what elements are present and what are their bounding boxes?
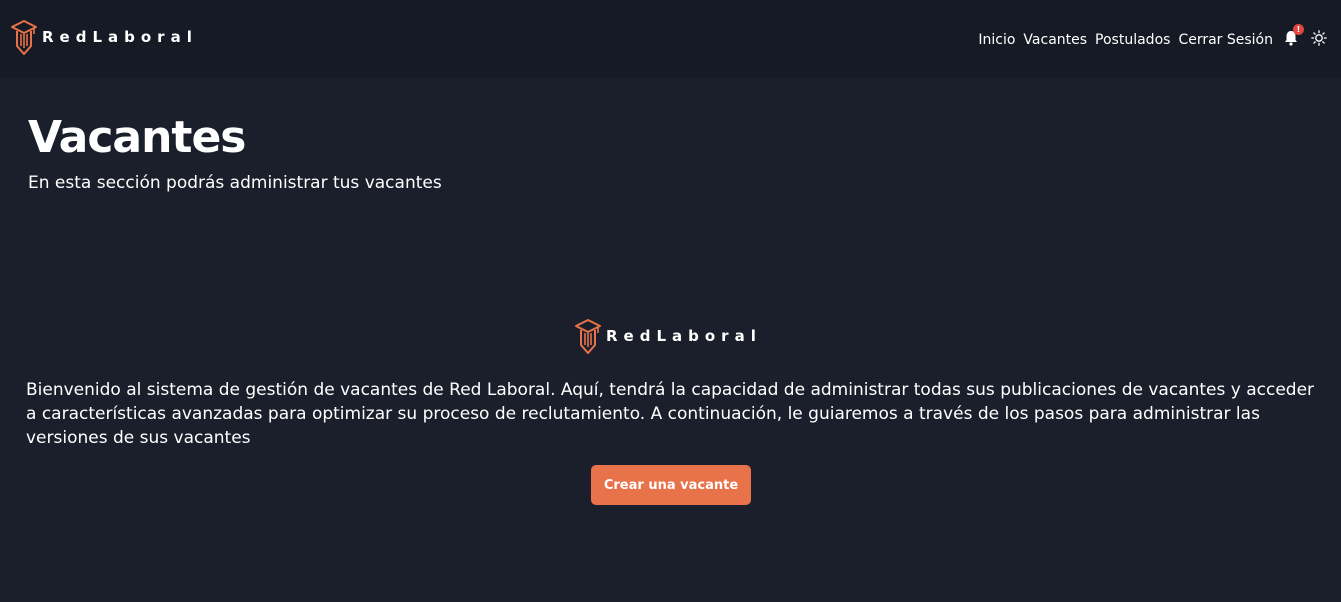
notification-badge: ! bbox=[1293, 24, 1304, 35]
center-logo: RedLaboral bbox=[574, 318, 762, 358]
create-vacancy-button[interactable]: Crear una vacante bbox=[591, 465, 751, 505]
nav-link-cerrar-sesion[interactable]: Cerrar Sesión bbox=[1178, 32, 1273, 48]
nav-link-inicio[interactable]: Inicio bbox=[978, 32, 1015, 48]
graduation-cap-pencil-icon bbox=[10, 19, 38, 59]
notifications-button[interactable]: ! bbox=[1281, 24, 1304, 50]
brand-logo-link[interactable]: RedLaboral bbox=[10, 19, 198, 59]
brand-name: RedLaboral bbox=[42, 28, 198, 46]
intro-paragraph: Bienvenido al sistema de gestión de vaca… bbox=[26, 380, 1315, 448]
page-title: Vacantes bbox=[28, 112, 246, 163]
graduation-cap-pencil-icon bbox=[574, 318, 602, 358]
nav-links: Inicio Vacantes Postulados Cerrar Sesión… bbox=[978, 24, 1329, 50]
nav-link-postulados[interactable]: Postulados bbox=[1095, 32, 1170, 48]
center-logo-text: RedLaboral bbox=[606, 327, 762, 345]
nav-link-vacantes[interactable]: Vacantes bbox=[1023, 32, 1087, 48]
page-subtitle: En esta sección podrás administrar tus v… bbox=[28, 173, 442, 193]
sun-icon bbox=[1311, 30, 1327, 50]
top-navbar: RedLaboral Inicio Vacantes Postulados Ce… bbox=[0, 0, 1341, 78]
theme-toggle-button[interactable] bbox=[1309, 30, 1329, 50]
